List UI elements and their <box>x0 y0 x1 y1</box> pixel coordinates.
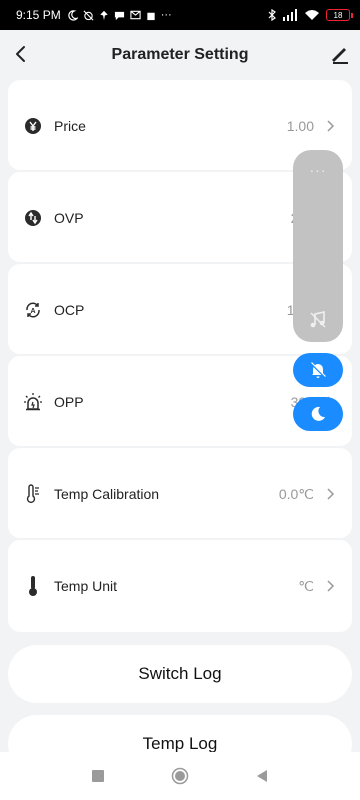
chat-icon <box>114 11 124 20</box>
svg-text:A: A <box>30 308 35 315</box>
notification-icons: ··· <box>67 9 172 21</box>
app-header: Parameter Setting <box>0 30 360 80</box>
status-bar: 9:15 PM ··· 18 <box>0 0 360 30</box>
do-not-disturb-button[interactable] <box>293 397 343 431</box>
yen-icon <box>22 115 44 137</box>
setting-label: OCP <box>54 302 85 318</box>
setting-value: ℃ <box>298 577 314 594</box>
bell-off-icon <box>310 362 326 378</box>
voltage-icon <box>22 207 44 229</box>
signal-icon <box>283 9 297 21</box>
battery-icon: 18 <box>326 9 353 21</box>
switch-log-button[interactable]: Switch Log <box>8 645 352 703</box>
system-icons: 18 <box>268 9 353 21</box>
home-circle-icon[interactable] <box>171 767 189 785</box>
alarm-off-icon <box>83 10 94 20</box>
setting-label: Price <box>54 118 86 134</box>
chevron-left-icon[interactable] <box>10 42 34 66</box>
mute-notifications-button[interactable] <box>293 353 343 387</box>
status-time: 9:15 PM <box>16 8 61 22</box>
moon-icon <box>311 406 325 421</box>
setting-value: 0.0℃ <box>278 485 314 502</box>
music-note-icon[interactable] <box>308 310 328 330</box>
pencil-icon[interactable] <box>328 42 352 66</box>
chevron-right-icon <box>327 488 335 500</box>
wifi-icon <box>305 10 319 20</box>
mail-icon <box>130 10 141 20</box>
setting-label: OVP <box>54 210 84 226</box>
floating-side-panel[interactable]: ··· <box>293 150 343 342</box>
page-title: Parameter Setting <box>111 46 249 63</box>
thermometer-icon <box>22 575 44 597</box>
more-notifications: ··· <box>160 9 172 21</box>
setting-label: OPP <box>54 394 84 410</box>
moon-icon <box>68 9 78 21</box>
panel-more-dots[interactable]: ··· <box>293 162 343 178</box>
battery-level: 18 <box>333 10 343 20</box>
chevron-right-icon <box>327 120 335 132</box>
setting-label: Temp Calibration <box>54 486 160 502</box>
setting-row-temp-calibration[interactable]: Temp Calibration 0.0℃ <box>8 448 352 540</box>
setting-row-temp-unit[interactable]: Temp Unit ℃ <box>8 540 352 632</box>
back-triangle-icon[interactable] <box>255 769 269 783</box>
setting-value: 1.00 <box>286 118 314 134</box>
power-alarm-icon <box>22 391 44 413</box>
setting-label: Temp Unit <box>54 578 118 594</box>
bluetooth-icon <box>268 9 276 21</box>
chevron-right-icon <box>327 580 335 592</box>
bag-icon <box>147 12 155 20</box>
pin-icon <box>100 10 108 20</box>
recents-square-icon[interactable] <box>91 769 105 783</box>
system-navigation-bar <box>0 752 360 800</box>
thermometer-calibration-icon <box>22 483 44 505</box>
current-icon: A <box>22 299 44 321</box>
